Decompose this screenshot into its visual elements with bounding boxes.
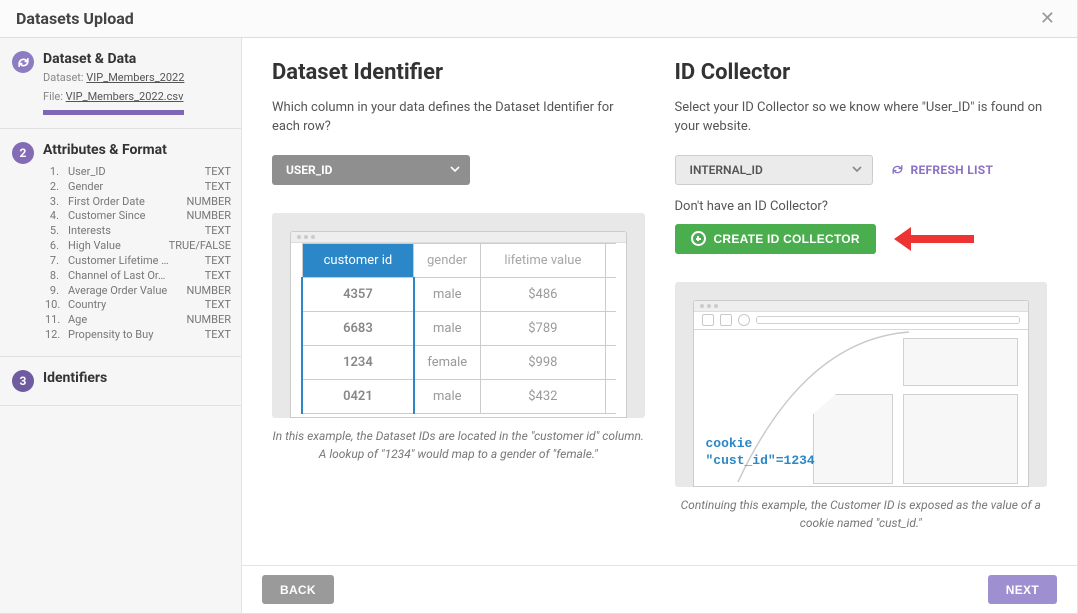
attribute-row: 6.High ValueTRUE/FALSE	[45, 239, 231, 254]
step-3-title: Identifiers	[43, 370, 107, 386]
step-2[interactable]: 2 Attributes & Format 1.User_IDTEXT2.Gen…	[0, 129, 241, 357]
attribute-row: 12.Propensity to BuyTEXT	[45, 328, 231, 343]
id-collector-subq: Don't have an ID Collector?	[675, 199, 1048, 214]
attribute-row: 4.Customer SinceNUMBER	[45, 209, 231, 224]
id-collector-illustration: cookie "cust_id"=1234	[675, 282, 1048, 487]
step-1-title: Dataset & Data	[43, 51, 184, 67]
code-line: "cust_id"=1234	[706, 452, 815, 470]
attribute-row: 7.Customer Lifetime …TEXT	[45, 254, 231, 269]
id-collector-desc: Select your ID Collector so we know wher…	[675, 99, 1048, 137]
dataset-identifier-caption: In this example, the Dataset IDs are loc…	[272, 427, 645, 463]
wizard-footer: BACK NEXT	[242, 565, 1077, 613]
attribute-row: 11.AgeNUMBER	[45, 313, 231, 328]
back-button[interactable]: BACK	[262, 575, 334, 604]
attribute-row: 1.User_IDTEXT	[45, 165, 231, 180]
dialog-header: Datasets Upload ✕	[0, 0, 1077, 38]
step-1[interactable]: Dataset & Data Dataset: VIP_Members_2022…	[0, 38, 241, 129]
id-collector-caption: Continuing this example, the Customer ID…	[675, 496, 1048, 532]
plus-circle-icon	[691, 231, 706, 246]
attribute-row: 8.Channel of Last Or…TEXT	[45, 269, 231, 284]
progress-bar	[43, 110, 184, 115]
wizard-sidebar: Dataset & Data Dataset: VIP_Members_2022…	[0, 38, 242, 613]
id-collector-section: ID Collector Select your ID Collector so…	[675, 60, 1048, 532]
attribute-row: 2.GenderTEXT	[45, 180, 231, 195]
attribute-row: 10.CountryTEXT	[45, 298, 231, 313]
dialog-title: Datasets Upload	[16, 9, 134, 28]
step-3-number-icon: 3	[12, 370, 34, 392]
code-line: cookie	[706, 435, 815, 453]
create-id-collector-button[interactable]: CREATE ID COLLECTOR	[675, 224, 876, 254]
step-1-file: File: VIP_Members_2022.csv	[43, 89, 184, 105]
chevron-down-icon	[852, 163, 862, 177]
attribute-row: 3.First Order DateNUMBER	[45, 195, 231, 210]
dataset-link[interactable]: VIP_Members_2022	[86, 71, 184, 84]
id-collector-value: INTERNAL_ID	[690, 163, 763, 177]
step-1-dataset: Dataset: VIP_Members_2022	[43, 70, 184, 86]
callout-arrow-icon	[894, 229, 974, 249]
file-link[interactable]: VIP_Members_2022.csv	[66, 90, 184, 103]
step-2-number-icon: 2	[12, 142, 34, 164]
id-collector-select[interactable]: INTERNAL_ID	[675, 155, 873, 185]
chevron-down-icon	[450, 163, 460, 177]
refresh-icon	[891, 163, 904, 176]
refresh-icon	[12, 51, 34, 73]
refresh-list-button[interactable]: REFRESH LIST	[891, 163, 994, 177]
dataset-identifier-heading: Dataset Identifier	[272, 60, 645, 85]
attribute-row: 5.InterestsTEXT	[45, 224, 231, 239]
dataset-identifier-select[interactable]: USER_ID	[272, 155, 470, 185]
attribute-row: 9.Average Order ValueNUMBER	[45, 284, 231, 299]
dataset-identifier-value: USER_ID	[286, 163, 332, 177]
step-2-title: Attributes & Format	[43, 142, 231, 158]
id-collector-heading: ID Collector	[675, 60, 1048, 85]
step-3[interactable]: 3 Identifiers	[0, 357, 241, 406]
close-icon[interactable]: ✕	[1034, 4, 1061, 33]
dataset-identifier-desc: Which column in your data defines the Da…	[272, 99, 645, 137]
dataset-identifier-illustration: customer idgenderlifetime value4357male$…	[272, 213, 645, 418]
dataset-identifier-section: Dataset Identifier Which column in your …	[272, 60, 645, 532]
next-button[interactable]: NEXT	[988, 575, 1057, 604]
